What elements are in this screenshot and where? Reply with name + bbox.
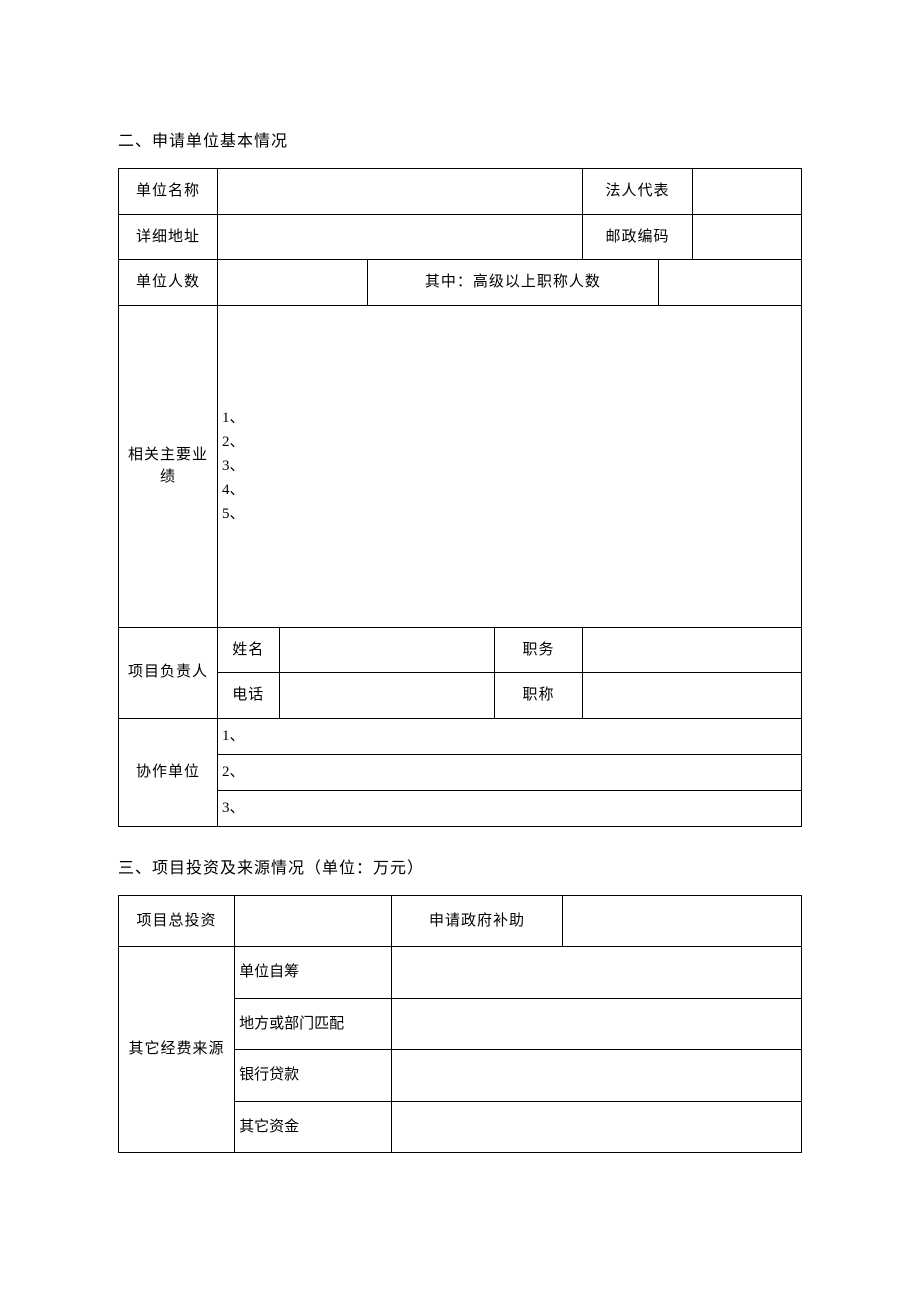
table-row: 详细地址 邮政编码 [119, 214, 802, 260]
self-raised-value [392, 947, 802, 999]
bank-loan-label: 银行贷款 [235, 1050, 392, 1102]
total-invest-value [235, 895, 392, 947]
section-2-heading: 二、申请单位基本情况 [118, 130, 802, 154]
legal-rep-value [692, 169, 801, 215]
table-row: 协作单位 1、 [119, 718, 802, 754]
table-row: 相关主要业绩 1、 2、 3、 4、 5、 [119, 305, 802, 627]
self-raised-label: 单位自筹 [235, 947, 392, 999]
achievement-item-4: 4、 [222, 482, 245, 498]
other-funds-value [392, 1101, 802, 1153]
local-match-label: 地方或部门匹配 [235, 998, 392, 1050]
name-value [279, 627, 494, 673]
phone-label: 电话 [218, 673, 279, 719]
position-value [583, 627, 802, 673]
other-funds-label: 其它资金 [235, 1101, 392, 1153]
postal-label: 邮政编码 [583, 214, 692, 260]
achievement-item-1: 1、 [222, 410, 245, 426]
table-row: 单位名称 法人代表 [119, 169, 802, 215]
unit-name-label: 单位名称 [119, 169, 218, 215]
table-row: 单位人数 其中：高级以上职称人数 [119, 260, 802, 306]
postal-value [692, 214, 801, 260]
gov-subsidy-label: 申请政府补助 [392, 895, 563, 947]
collab-label: 协作单位 [119, 718, 218, 826]
achievement-item-3: 3、 [222, 458, 245, 474]
table-row: 电话 职称 [119, 673, 802, 719]
achievement-item-5: 5、 [222, 506, 245, 522]
table-row: 其它经费来源 单位自筹 [119, 947, 802, 999]
name-label: 姓名 [218, 627, 279, 673]
title-label: 职称 [494, 673, 583, 719]
address-label: 详细地址 [119, 214, 218, 260]
table-row: 3、 [119, 790, 802, 826]
collab-1: 1、 [218, 718, 802, 754]
achievement-item-2: 2、 [222, 434, 245, 450]
legal-rep-label: 法人代表 [583, 169, 692, 215]
phone-value [279, 673, 494, 719]
achievements-label: 相关主要业绩 [119, 305, 218, 627]
collab-3: 3、 [218, 790, 802, 826]
total-invest-label: 项目总投资 [119, 895, 235, 947]
investment-table: 项目总投资 申请政府补助 其它经费来源 单位自筹 地方或部门匹配 银行贷款 其它… [118, 895, 802, 1154]
achievements-value: 1、 2、 3、 4、 5、 [218, 305, 802, 627]
senior-count-label: 其中：高级以上职称人数 [368, 260, 658, 306]
collab-2: 2、 [218, 754, 802, 790]
section-3-heading: 三、项目投资及来源情况（单位：万元） [118, 857, 802, 881]
unit-name-value [218, 169, 583, 215]
gov-subsidy-value [562, 895, 801, 947]
table-row: 2、 [119, 754, 802, 790]
table-row: 项目负责人 姓名 职务 [119, 627, 802, 673]
position-label: 职务 [494, 627, 583, 673]
unit-count-value [218, 260, 368, 306]
senior-count-value [658, 260, 801, 306]
other-sources-label: 其它经费来源 [119, 947, 235, 1153]
bank-loan-value [392, 1050, 802, 1102]
project-leader-label: 项目负责人 [119, 627, 218, 718]
address-value [218, 214, 583, 260]
unit-info-table: 单位名称 法人代表 详细地址 邮政编码 单位人数 其中：高级以上职称人数 相关主… [118, 168, 802, 827]
unit-count-label: 单位人数 [119, 260, 218, 306]
table-row: 项目总投资 申请政府补助 [119, 895, 802, 947]
local-match-value [392, 998, 802, 1050]
title-value [583, 673, 802, 719]
